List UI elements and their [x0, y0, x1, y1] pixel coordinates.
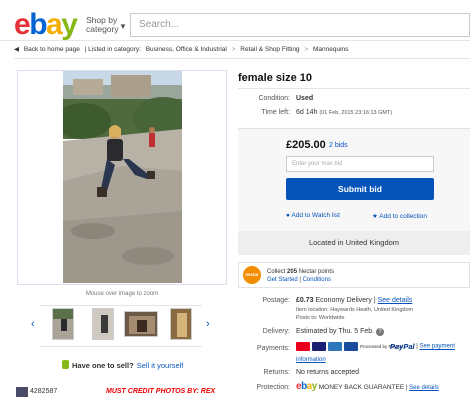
logo-letter: y: [61, 8, 78, 41]
add-to-collection-link[interactable]: ★ Add to collection: [372, 212, 427, 220]
breadcrumb-item[interactable]: Retail & Shop Fitting: [240, 46, 299, 53]
nectar-text: Collect: [267, 269, 288, 275]
delivery-estimate: Estimated by Thu. 5 Feb.: [296, 328, 375, 335]
sell-question: Have one to sell?: [72, 361, 134, 370]
current-price: £205.00: [286, 139, 326, 151]
payments-label: Payments:: [256, 345, 290, 352]
nectar-banner: nectar Collect 205 Nectar points Get Sta…: [238, 262, 470, 288]
protection-label: Protection:: [256, 384, 290, 391]
chevron-right-icon[interactable]: ›: [206, 318, 210, 330]
delivery-label: Delivery:: [262, 328, 290, 335]
chevron-down-icon: ▼: [119, 22, 127, 31]
logo-letter: a: [46, 8, 63, 41]
returns-label: Returns:: [263, 369, 290, 376]
time-left-duration: 6d 14h: [296, 109, 318, 116]
see-payment-link[interactable]: See payment: [420, 344, 455, 350]
sell-it-yourself-link[interactable]: Sell it yourself: [137, 361, 184, 370]
time-left-label: Time left:: [261, 109, 290, 116]
related-item-id: 4282587: [30, 388, 58, 395]
collection-label: Add to collection: [379, 213, 427, 220]
thumbnail[interactable]: [124, 311, 158, 337]
submit-bid-button[interactable]: Submit bid: [286, 178, 434, 200]
back-to-home-link[interactable]: Back to home page: [24, 46, 80, 53]
postage-price: £0.73: [296, 297, 314, 304]
nectar-points-text: Collect 205 Nectar points: [267, 268, 334, 276]
protection-see-details-link[interactable]: See details: [409, 385, 439, 391]
bid-count-link[interactable]: 2 bids: [329, 142, 348, 149]
time-left-date: (01 Feb, 2015 23:16:13 GMT): [319, 110, 393, 116]
divider: [0, 40, 470, 41]
posts-to: Posts to: Worldwide: [296, 315, 345, 321]
watch-label: Add to Watch list: [291, 212, 340, 219]
processed-by-paypal: Processed by PayPal: [360, 344, 403, 349]
tag-icon: [62, 360, 69, 369]
sell-it-yourself: Have one to sell? Sell it yourself: [62, 360, 183, 370]
breadcrumb-item[interactable]: Business, Office & Industrial: [146, 46, 227, 53]
divider: [14, 58, 470, 59]
listed-in-label: | Listed in category:: [84, 46, 141, 53]
thumbnail[interactable]: [92, 308, 114, 340]
conditions-link[interactable]: Conditions: [303, 277, 331, 283]
related-item-thumbnail[interactable]: [16, 387, 28, 397]
info-icon[interactable]: ?: [376, 328, 385, 336]
eye-icon: ●: [286, 212, 290, 219]
breadcrumb: ◀ Back to home page | Listed in category…: [14, 45, 351, 53]
item-location-detail: Item location: Haywards Heath, United Ki…: [296, 307, 414, 313]
mastercard-icon: [296, 342, 310, 351]
add-to-watch-list-link[interactable]: ● Add to Watch list: [286, 212, 340, 219]
breadcrumb-separator: >: [231, 46, 236, 53]
max-bid-input[interactable]: Enter your max bid: [286, 156, 434, 172]
condition-label: Condition:: [258, 95, 290, 102]
item-location: Located in United Kingdom: [238, 231, 470, 255]
nectar-points: 205: [287, 269, 298, 275]
protection-value: ebay MONEY BACK GUARANTEE | See details: [296, 381, 439, 392]
time-left-value: 6d 14h (01 Feb, 2015 23:16:13 GMT): [296, 109, 392, 116]
payment-information-link[interactable]: information: [296, 357, 326, 363]
star-icon: ★: [372, 213, 378, 220]
nectar-logo: nectar: [243, 266, 261, 284]
money-back-guarantee: MONEY BACK GUARANTEE: [318, 384, 405, 391]
logo-letter: b: [29, 8, 47, 41]
breadcrumb-separator: >: [304, 46, 309, 53]
postage-label: Postage:: [262, 297, 290, 304]
photo-credit: MUST CREDIT PHOTOS BY: REX: [106, 388, 216, 395]
search-input[interactable]: Search...: [130, 13, 470, 37]
postage-value: £0.73 Economy Delivery | See details: [296, 297, 412, 304]
thumbnail[interactable]: [170, 308, 192, 340]
chevron-left-icon[interactable]: ‹: [31, 318, 35, 330]
thumbnail[interactable]: [52, 308, 74, 340]
visa-icon: [312, 342, 326, 351]
main-item-photo[interactable]: [63, 71, 182, 283]
shop-by-category-button[interactable]: Shop by category ▼: [86, 16, 127, 34]
maestro-icon: [344, 342, 358, 351]
logo-letter: e: [14, 8, 31, 41]
logo-letter: y: [311, 381, 318, 392]
delivery-value: Estimated by Thu. 5 Feb. ?: [296, 328, 385, 336]
item-title: female size 10: [238, 72, 312, 84]
paypal-logo: PayPal: [390, 342, 415, 351]
chevron-left-icon: ◀: [14, 46, 19, 53]
postage-see-details-link[interactable]: See details: [378, 297, 413, 304]
get-started-link[interactable]: Get Started: [267, 277, 298, 283]
returns-value: No returns accepted: [296, 369, 360, 376]
nectar-text: Nectar points: [297, 269, 335, 275]
zoom-hint: Mouse over image to zoom: [85, 291, 159, 297]
condition-value: Used: [296, 95, 314, 102]
payment-methods: Processed by PayPalPayPal | See payment: [296, 342, 455, 351]
divider: [238, 88, 470, 89]
breadcrumb-item[interactable]: Mannequins: [313, 46, 348, 53]
category-label: category: [86, 24, 119, 34]
ebay-mini-logo: ebay: [296, 381, 317, 392]
ebay-logo[interactable]: ebay: [14, 8, 78, 41]
amex-icon: [328, 342, 342, 351]
postage-service: Economy Delivery: [315, 297, 372, 304]
